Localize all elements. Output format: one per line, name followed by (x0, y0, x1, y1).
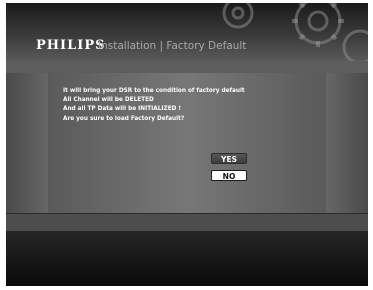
no-button[interactable]: NO (211, 170, 247, 181)
message-line: And all TP Data will be INITIALIZED ! (63, 104, 182, 113)
panel-side-right (326, 73, 368, 213)
message-line: All Channel will be DELETED (63, 95, 154, 104)
yes-button[interactable]: YES (211, 153, 247, 164)
page-title: Installation | Factory Default (98, 40, 247, 52)
divider-bottom (6, 213, 368, 232)
brand-logo: PHILIPS (36, 38, 106, 53)
message-line: It will bring your DSR to the condition … (63, 86, 245, 94)
gears-icon (222, 3, 368, 65)
tv-screen: PHILIPS Installation | Factory Default I… (6, 3, 368, 286)
message-line: Are you sure to load Factory Default? (63, 113, 185, 122)
divider-top (6, 61, 368, 73)
panel-side-left (6, 73, 48, 213)
confirmation-message: It will bring your DSR to the condition … (63, 86, 245, 123)
footer-area (6, 231, 368, 286)
